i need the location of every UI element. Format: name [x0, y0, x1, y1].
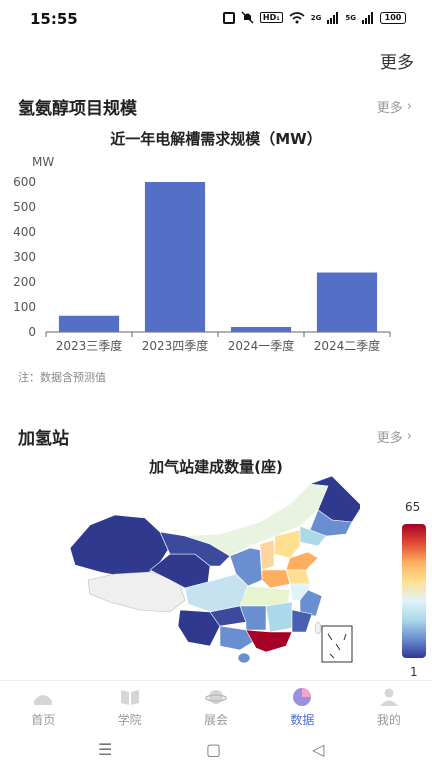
battery-icon: 100 — [380, 11, 406, 24]
x-tick-label: 2024一季度 — [228, 338, 295, 353]
map-region-shanxi[interactable] — [259, 539, 275, 571]
chevron-right-icon: › — [406, 429, 412, 444]
tab-label-academy: 学院 — [117, 713, 142, 727]
bar-2[interactable] — [230, 327, 292, 332]
map-region-hainan[interactable] — [237, 652, 251, 664]
tab-label-data: 数据 — [290, 713, 315, 727]
project-more-link[interactable]: 更多 › — [377, 97, 412, 116]
color-scale-bar[interactable] — [402, 524, 426, 658]
home-square-icon[interactable]: ▢ — [206, 740, 221, 759]
signal-bars-icon — [327, 11, 339, 24]
project-section-title: 氢氨醇项目规模 — [18, 99, 137, 119]
chart-note: 注：数据含预测值 — [18, 371, 106, 384]
menu-icon[interactable]: ☰ — [98, 740, 112, 759]
user-icon — [379, 688, 398, 706]
station-more-link[interactable]: 更多 › — [377, 427, 412, 446]
map-region-guangdong[interactable] — [245, 629, 293, 653]
nfc-icon — [222, 11, 235, 24]
bottom-tab-bar: 首页 学院 展会 数据 我的 — [0, 680, 432, 732]
bar-0[interactable] — [58, 315, 120, 332]
tab-academy[interactable]: 学院 — [86, 681, 172, 732]
y-tick-label: 600 — [13, 175, 36, 189]
wifi-icon — [289, 11, 305, 23]
china-map[interactable] — [60, 470, 360, 670]
station-section-title: 加氢站 — [18, 429, 69, 449]
bar-chart-title: 近一年电解槽需求规模（MW） — [110, 130, 322, 148]
status-time: 15:55 — [30, 10, 78, 28]
project-section-header: 氢氨醇项目规模 更多 › — [0, 92, 432, 122]
tab-label-home: 首页 — [31, 713, 56, 727]
map-region-fujian[interactable] — [291, 609, 313, 633]
map-region-taiwan[interactable] — [314, 621, 322, 635]
y-tick-label: 100 — [13, 300, 36, 314]
tab-label-exhibition: 展会 — [204, 713, 229, 727]
map-region-henan[interactable] — [261, 569, 291, 589]
y-tick-label: 300 — [13, 250, 36, 264]
y-tick-label: 500 — [13, 200, 36, 214]
status-icons: HD₁ 2G 5G 100 — [222, 11, 406, 24]
y-tick-label: 0 — [28, 325, 36, 339]
status-bar: 15:55 HD₁ 2G 5G 100 — [0, 0, 432, 38]
bar-1[interactable] — [144, 182, 206, 332]
y-tick-label: 400 — [13, 225, 36, 239]
signal-label-2: 5G — [345, 13, 356, 22]
bar-chart: MW 0 100 200 300 400 500 600 2023三季度 2023四季度 2024一… — [13, 155, 391, 353]
mute-bell-icon — [241, 11, 254, 24]
x-tick-label: 2024二季度 — [314, 338, 381, 353]
y-axis-label: MW — [32, 155, 54, 169]
top-more-link[interactable]: 更多 — [380, 48, 414, 73]
station-more-label: 更多 — [376, 431, 403, 446]
pie-chart-icon — [293, 688, 312, 706]
hd-badge: HD₁ — [259, 12, 283, 23]
station-section-header: 加氢站 更多 › — [0, 422, 432, 452]
south-china-sea-inset — [321, 625, 353, 663]
tab-home[interactable]: 首页 — [0, 681, 86, 732]
inset-dashes — [327, 633, 347, 659]
planet-icon — [205, 690, 227, 704]
x-tick-label: 2023三季度 — [56, 338, 123, 353]
system-nav-bar: ☰ ▢ ◁ — [0, 732, 432, 768]
signal-bars-icon-2 — [362, 11, 373, 24]
book-icon — [120, 690, 139, 705]
chevron-right-icon: › — [406, 99, 412, 114]
home-icon — [34, 695, 53, 705]
tab-profile[interactable]: 我的 — [346, 681, 432, 732]
scale-min-label: 1 — [410, 665, 418, 679]
back-triangle-icon[interactable]: ◁ — [312, 740, 324, 759]
map-region-hubei[interactable] — [239, 585, 291, 607]
y-tick-label: 200 — [13, 275, 36, 289]
bar-3[interactable] — [316, 272, 378, 333]
tab-data[interactable]: 数据 — [259, 681, 345, 732]
map-region-jiangxi[interactable] — [265, 601, 293, 633]
project-more-label: 更多 — [376, 101, 403, 116]
tab-label-profile: 我的 — [376, 713, 401, 727]
x-tick-label: 2023四季度 — [142, 338, 209, 353]
tab-exhibition[interactable]: 展会 — [173, 681, 259, 732]
signal-label-1: 2G — [310, 13, 322, 22]
scale-max-label: 65 — [405, 500, 421, 514]
